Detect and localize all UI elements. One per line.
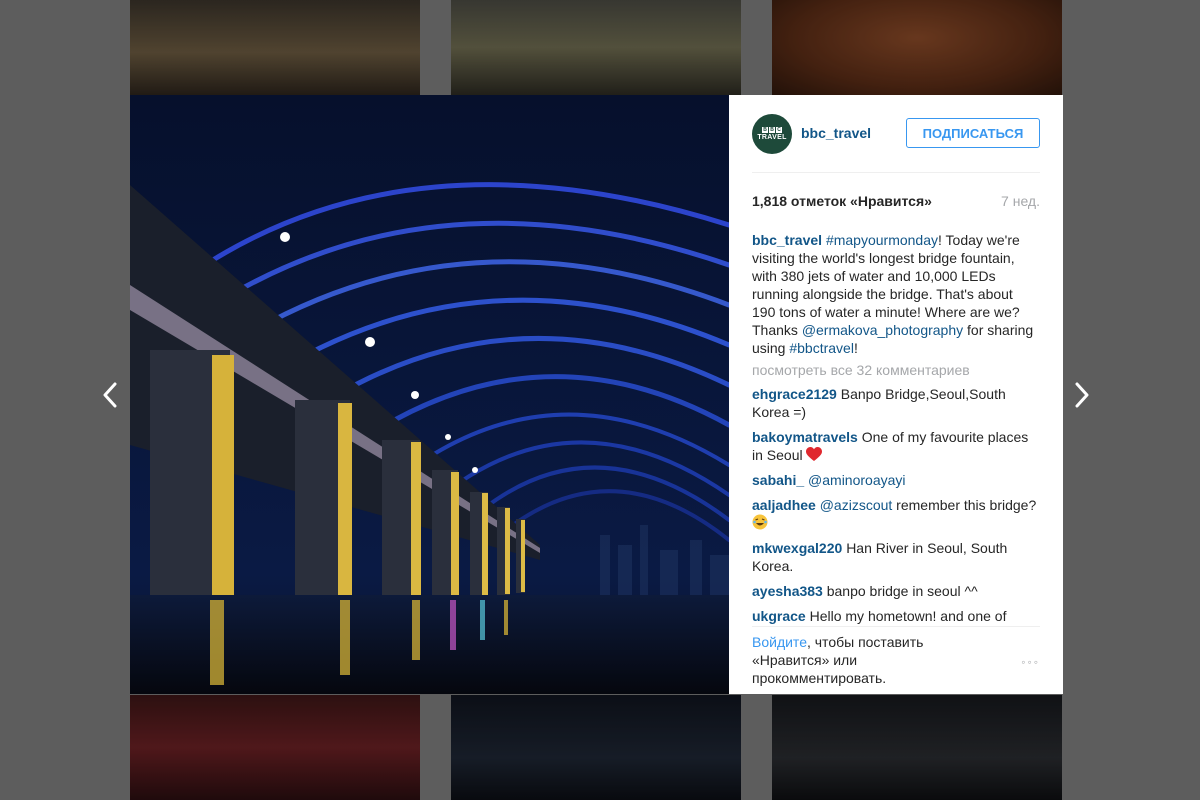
comment-item: ehgrace2129 Banpo Bridge,Seoul,South Kor… [752, 386, 1006, 420]
login-link[interactable]: Войдите [752, 634, 807, 650]
hashtag-link[interactable]: #mapyourmonday [826, 232, 938, 248]
comment-username[interactable]: ayesha383 [752, 583, 823, 599]
comment-username[interactable]: sabahi_ [752, 472, 804, 488]
thumbnail-tile[interactable] [451, 695, 741, 800]
hashtag-link[interactable]: #bbctravel [789, 340, 854, 356]
comment-item: mkwexgal220 Han River in Seoul, South Ko… [752, 540, 1008, 574]
mention-link[interactable]: @aminoroayayi [808, 472, 905, 488]
chevron-left-icon [103, 382, 117, 408]
mention-link[interactable]: @azizscout [820, 497, 893, 513]
avatar-travel-text: TRAVEL [757, 134, 787, 141]
next-post-button[interactable] [1072, 380, 1092, 410]
comment-username[interactable]: mkwexgal220 [752, 540, 842, 556]
heart-emoji-icon [806, 447, 823, 461]
avatar[interactable]: B B C TRAVEL [752, 114, 792, 154]
login-prompt: Войдите, чтобы поставить «Нравится» или … [752, 634, 924, 686]
mention-link[interactable]: @ermakova_photography [802, 322, 963, 338]
laughing-emoji-icon [752, 514, 768, 530]
likes-count[interactable]: 1,818 отметок «Нравится» [752, 193, 932, 209]
comment-item: ayesha383 banpo bridge in seoul ^^ [752, 583, 978, 599]
follow-button[interactable]: ПОДПИСАТЬСЯ [906, 118, 1040, 148]
comment-item: aaljadhee @azizscout remember this bridg… [752, 496, 1040, 532]
chevron-right-icon [1075, 382, 1089, 408]
caption: bbc_travel #mapyourmonday! Today we're v… [752, 232, 1034, 356]
comment-item: bakoymatravels One of my favourite place… [752, 429, 1029, 463]
thumbnail-tile[interactable] [772, 0, 1062, 95]
post-modal: B B C TRAVEL bbc_travel ПОДПИСАТЬСЯ 1,81… [130, 95, 1063, 694]
comment-username[interactable]: ehgrace2129 [752, 386, 837, 402]
comment-item: ukgrace Hello my hometown! and one of [752, 608, 1007, 624]
comments-feed: bbc_travel #mapyourmonday! Today we're v… [752, 231, 1040, 626]
divider [752, 172, 1040, 173]
username-link[interactable]: bbc_travel [801, 125, 871, 141]
post-header: B B C TRAVEL bbc_travel ПОДПИСАТЬСЯ [752, 114, 1040, 154]
thumbnail-tile[interactable] [451, 0, 741, 95]
divider [752, 626, 1040, 627]
caption-username[interactable]: bbc_travel [752, 232, 822, 248]
comment-item: sabahi_ @aminoroayayi [752, 471, 1040, 489]
bbc-logo: B B C [762, 127, 782, 133]
thumbnail-tile[interactable] [130, 695, 420, 800]
prev-post-button[interactable] [100, 380, 120, 410]
comment-username[interactable]: ukgrace [752, 608, 806, 624]
more-options-button[interactable]: ◦◦◦ [1021, 655, 1040, 669]
post-photo [130, 95, 729, 694]
comment-username[interactable]: aaljadhee [752, 497, 816, 513]
thumbnail-tile[interactable] [130, 0, 420, 95]
bridge-fountain-image [130, 95, 729, 694]
post-timestamp[interactable]: 7 нед. [1001, 193, 1040, 209]
comment-username[interactable]: bakoymatravels [752, 429, 858, 445]
post-sidebar: B B C TRAVEL bbc_travel ПОДПИСАТЬСЯ 1,81… [729, 95, 1063, 694]
view-all-comments-link[interactable]: посмотреть все 32 комментариев [752, 361, 1040, 379]
thumbnail-tile[interactable] [772, 695, 1062, 800]
